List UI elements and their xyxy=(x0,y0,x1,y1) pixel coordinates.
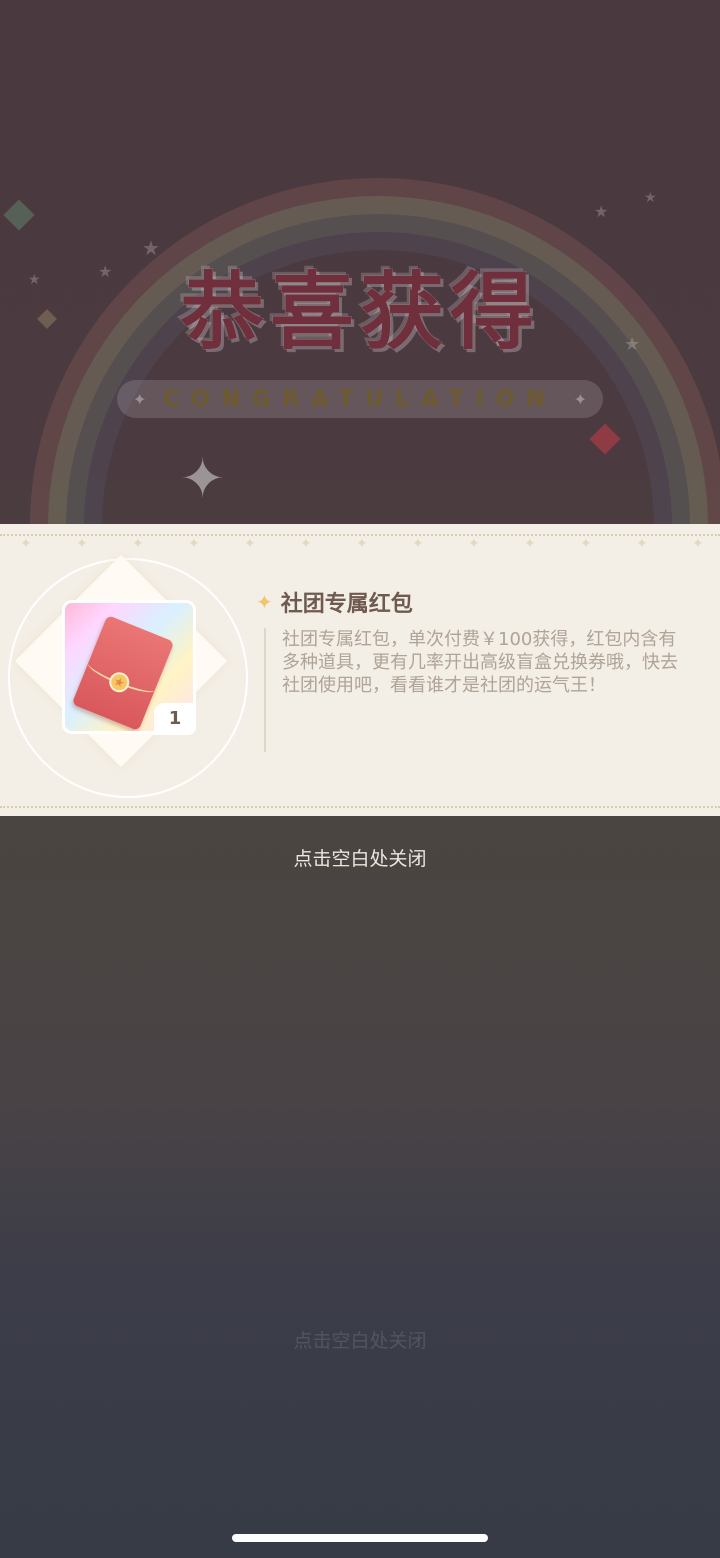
item-description: 社团专属红包，单次付费￥100获得，红包内含有多种道具，更有几率开出高级盲盒兑换… xyxy=(282,629,678,696)
star-icon: ★ xyxy=(644,190,657,206)
congrats-subtitle-pill: ✦ CONGRATULATION ✦ xyxy=(117,380,603,418)
item-name-row: ✦ 社团专属红包 xyxy=(256,586,413,618)
description-divider xyxy=(264,628,266,752)
item-name: 社团专属红包 xyxy=(280,592,413,617)
item-quantity-badge: 1 xyxy=(154,703,196,735)
sparkle-icon: ✦ xyxy=(573,389,587,409)
congrats-title: 恭喜获得 xyxy=(179,263,540,361)
sparkle-icon: ✦ xyxy=(256,590,273,614)
congrats-subtitle: CONGRATULATION xyxy=(162,386,558,412)
divider xyxy=(0,806,720,808)
close-hint[interactable]: 点击空白处关闭 xyxy=(0,844,720,871)
home-indicator[interactable] xyxy=(232,1534,488,1542)
close-hint-echo: 点击空白处关闭 xyxy=(293,1330,427,1352)
sparkle-icon: ✦ xyxy=(180,447,226,510)
sparkle-icon: ✦ xyxy=(133,389,147,409)
star-icon: ★ xyxy=(594,202,609,221)
sparkle-row: ✦ ✦ ✦ ✦ ✦ ✦ ✦ ✦ ✦ ✦ ✦ ✦ ✦ xyxy=(20,536,704,552)
